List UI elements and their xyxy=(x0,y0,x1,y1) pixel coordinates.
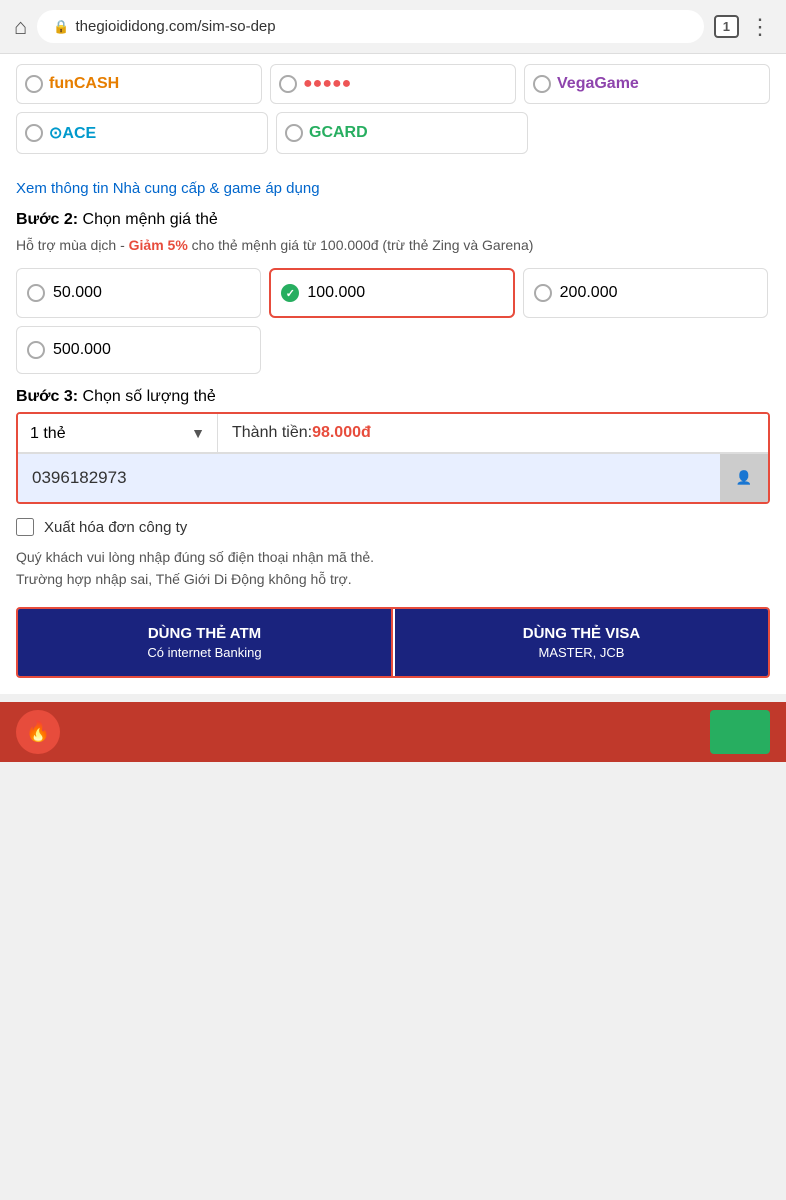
discount-note: Hỗ trợ mùa dịch - Giảm 5% cho thẻ mệnh g… xyxy=(16,235,770,256)
info-link[interactable]: Xem thông tin Nhà cung cấp & game áp dụn… xyxy=(16,180,770,197)
radio-50000[interactable] xyxy=(27,284,45,302)
step2-label: Bước 2: Chọn mệnh giá thẻ xyxy=(16,211,770,229)
url-bar[interactable]: 🔒 thegioididong.com/sim-so-dep xyxy=(37,10,703,43)
qty-select-wrap[interactable]: 1 thẻ 2 thẻ 3 thẻ 4 thẻ 5 thẻ ▼ xyxy=(18,414,218,452)
total-wrap: Thành tiền: 98.000đ xyxy=(218,414,768,452)
step2-bold: Bước 2: xyxy=(16,211,78,228)
atm-sub-label: Có internet Banking xyxy=(28,644,381,662)
phone-input[interactable] xyxy=(18,456,720,500)
ocb-label: ●●●●● xyxy=(303,75,351,93)
step2-text: Chọn mệnh giá thẻ xyxy=(78,211,218,228)
invoice-label: Xuất hóa đơn công ty xyxy=(44,519,187,536)
bottom-right-box xyxy=(710,710,770,754)
denom-50000-label: 50.000 xyxy=(53,284,102,302)
denom-100000-label: 100.000 xyxy=(307,284,365,302)
logo-ocb[interactable]: ●●●●● xyxy=(270,64,516,104)
notice-text: Quý khách vui lòng nhập đúng số điện tho… xyxy=(16,546,770,591)
radio-vegame[interactable] xyxy=(533,75,551,93)
funcash-label: funCASH xyxy=(49,75,119,93)
denom-200000-label: 200.000 xyxy=(560,284,618,302)
lock-icon: 🔒 xyxy=(53,19,69,35)
atm-main-label: DÙNG THẺ ATM xyxy=(28,623,381,644)
url-text: thegioididong.com/sim-so-dep xyxy=(75,18,275,35)
step3-bold: Bước 3: xyxy=(16,388,78,405)
logo-ace[interactable]: ⊙ACE xyxy=(16,112,268,154)
invoice-checkbox[interactable] xyxy=(16,518,34,536)
qty-chevron-icon: ▼ xyxy=(191,425,205,441)
radio-ocb[interactable] xyxy=(279,75,297,93)
tab-count[interactable]: 1 xyxy=(714,15,739,38)
page-content: funCASH ●●●●● VegaGame ⊙ACE GCARD Xem xyxy=(0,54,786,694)
more-icon[interactable]: ⋮ xyxy=(749,14,772,40)
visa-main-label: DÙNG THẺ VISA xyxy=(405,623,758,644)
payment-buttons: DÙNG THẺ ATM Có internet Banking DÙNG TH… xyxy=(16,607,770,678)
ace-label: ⊙ACE xyxy=(49,123,96,143)
bottom-bar: 🔥 xyxy=(0,702,786,762)
denom-500000-label: 500.000 xyxy=(53,341,111,359)
phone-input-row: 👤 xyxy=(18,453,768,502)
radio-funcash[interactable] xyxy=(25,75,43,93)
qty-total-box: 1 thẻ 2 thẻ 3 thẻ 4 thẻ 5 thẻ ▼ Thành ti… xyxy=(16,412,770,504)
logo-funcash[interactable]: funCASH xyxy=(16,64,262,104)
vegame-label: VegaGame xyxy=(557,75,639,93)
radio-200000[interactable] xyxy=(534,284,552,302)
logo-gcard[interactable]: GCARD xyxy=(276,112,528,154)
visa-sub-label: MASTER, JCB xyxy=(405,644,758,662)
atm-button[interactable]: DÙNG THẺ ATM Có internet Banking xyxy=(18,609,393,676)
step3-text: Chọn số lượng thẻ xyxy=(78,388,216,405)
invoice-checkbox-row: Xuất hóa đơn công ty xyxy=(16,518,770,536)
total-value: 98.000đ xyxy=(312,424,371,442)
logo-vegame[interactable]: VegaGame xyxy=(524,64,770,104)
radio-gcard[interactable] xyxy=(285,124,303,142)
discount-suffix: cho thẻ mệnh giá từ 100.000đ (trừ thẻ Zi… xyxy=(188,237,534,253)
denom-100000[interactable]: 100.000 xyxy=(269,268,514,318)
radio-500000[interactable] xyxy=(27,341,45,359)
gcard-label: GCARD xyxy=(309,124,368,142)
logo-row-2: ⊙ACE GCARD xyxy=(16,112,770,154)
step3-section: Bước 3: Chọn số lượng thẻ 1 thẻ 2 thẻ 3 … xyxy=(16,388,770,504)
contacts-icon: 👤 xyxy=(736,470,753,486)
radio-100000-selected[interactable] xyxy=(281,284,299,302)
logo-row-1: funCASH ●●●●● VegaGame xyxy=(16,64,770,104)
discount-pct: Giảm 5% xyxy=(129,237,188,253)
home-icon[interactable]: ⌂ xyxy=(14,14,27,40)
bottom-logo-icon: 🔥 xyxy=(26,719,51,744)
step3-label: Bước 3: Chọn số lượng thẻ xyxy=(16,388,770,406)
qty-total-row: 1 thẻ 2 thẻ 3 thẻ 4 thẻ 5 thẻ ▼ Thành ti… xyxy=(18,414,768,453)
denom-500000[interactable]: 500.000 xyxy=(16,326,261,374)
logo-section: funCASH ●●●●● VegaGame ⊙ACE GCARD xyxy=(16,54,770,172)
denom-50000[interactable]: 50.000 xyxy=(16,268,261,318)
denomination-grid: 50.000 100.000 200.000 500.000 xyxy=(16,268,770,374)
bottom-logo: 🔥 xyxy=(16,710,60,754)
discount-prefix: Hỗ trợ mùa dịch - xyxy=(16,237,129,253)
radio-ace[interactable] xyxy=(25,124,43,142)
total-label: Thành tiền: xyxy=(232,424,312,442)
denom-200000[interactable]: 200.000 xyxy=(523,268,768,318)
contacts-button[interactable]: 👤 xyxy=(720,454,768,502)
qty-select[interactable]: 1 thẻ 2 thẻ 3 thẻ 4 thẻ 5 thẻ xyxy=(30,425,191,442)
browser-chrome: ⌂ 🔒 thegioididong.com/sim-so-dep 1 ⋮ xyxy=(0,0,786,54)
visa-button[interactable]: DÙNG THẺ VISA MASTER, JCB xyxy=(395,609,768,676)
